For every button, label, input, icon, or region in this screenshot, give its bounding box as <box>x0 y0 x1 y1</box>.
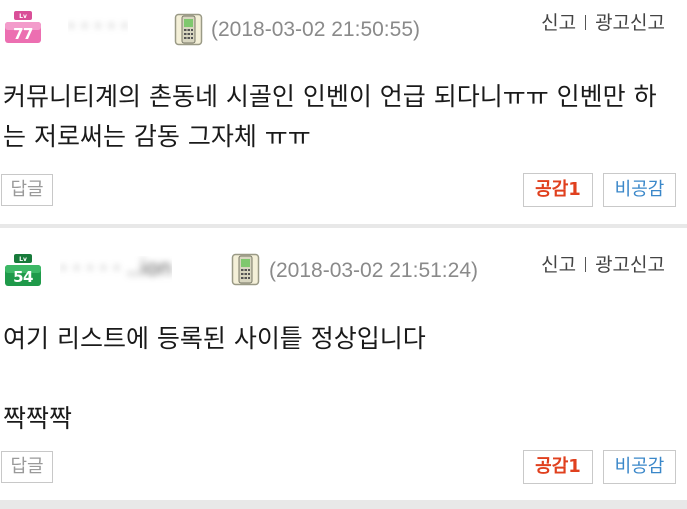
ad-report-button[interactable]: 광고신고 <box>595 254 665 276</box>
reply-button[interactable]: 답글 <box>1 451 53 483</box>
reply-button[interactable]: 답글 <box>1 174 53 206</box>
comment-body: 커뮤니티계의 촌동네 시골인 인벤이 언급 되다니ㅠㅠ 인벤만 하 는 저로써는… <box>3 82 657 151</box>
mobile-phone-icon <box>174 13 203 46</box>
comment-item: Lv 54 · · · · · ..ion (2018-03-02 21:51:… <box>0 229 687 501</box>
comment-separator <box>0 224 687 228</box>
report-links: 신고 광고신고 <box>541 250 665 277</box>
link-divider <box>585 257 587 272</box>
dislike-button[interactable]: 비공감 <box>603 450 676 484</box>
username[interactable]: · · · · · ..ion <box>60 256 172 286</box>
comment-timestamp: (2018-03-02 21:50:55) <box>211 18 420 41</box>
username-text: · · · · · ..ion <box>60 256 173 280</box>
report-links: 신고 광고신고 <box>541 8 665 35</box>
comment-body: 여기 리스트에 등록된 사이틑 정상입니다 짝짝짝 <box>3 324 426 433</box>
report-button[interactable]: 신고 <box>541 12 576 34</box>
level-badge: Lv 77 <box>4 10 42 44</box>
report-button[interactable]: 신고 <box>541 254 576 276</box>
level-badge: Lv 54 <box>4 253 42 287</box>
comment-item: Lv 77 · · · · · (2018-03-02 21:50:55) 신고… <box>0 0 687 226</box>
level-number: 77 <box>13 25 33 43</box>
comment-timestamp: (2018-03-02 21:51:24) <box>269 259 478 282</box>
username[interactable]: · · · · · <box>68 14 128 44</box>
dislike-button[interactable]: 비공감 <box>603 173 676 207</box>
level-tag: Lv <box>19 256 27 263</box>
level-tag: Lv <box>19 13 27 20</box>
username-text: · · · · · <box>68 14 129 38</box>
ad-report-button[interactable]: 광고신고 <box>595 12 665 34</box>
mobile-phone-icon <box>231 253 260 286</box>
like-button[interactable]: 공감1 <box>523 450 593 484</box>
level-number: 54 <box>13 268 33 286</box>
comment-separator <box>0 500 687 509</box>
link-divider <box>585 15 587 30</box>
like-button[interactable]: 공감1 <box>523 173 593 207</box>
